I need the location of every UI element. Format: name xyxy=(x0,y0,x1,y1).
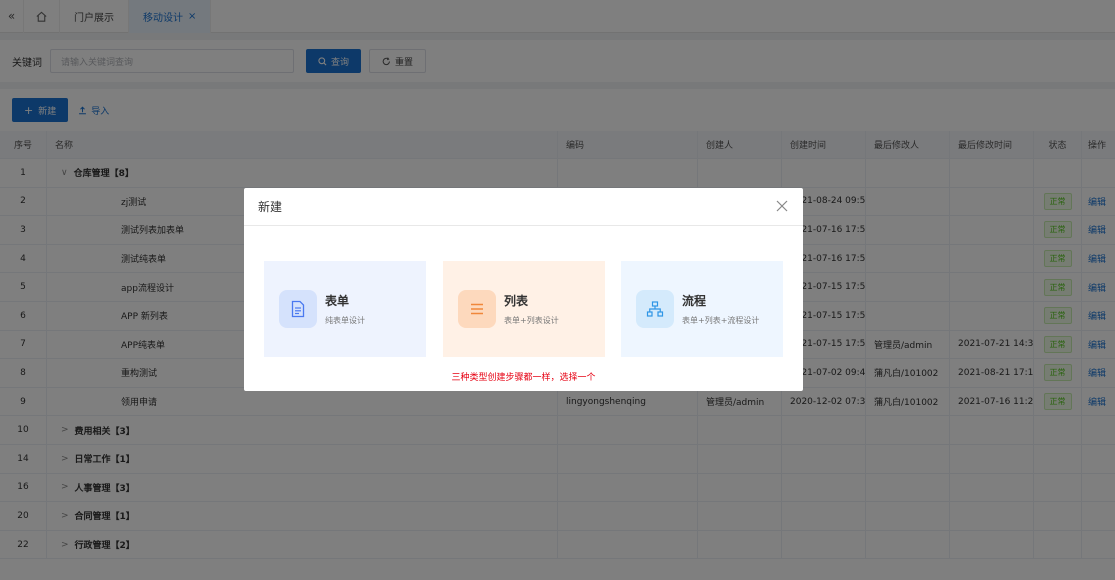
dialog-hint: 三种类型创建步骤都一样，选择一个 xyxy=(451,373,596,383)
dialog-header: 新建 xyxy=(244,188,803,226)
type-cards: 表单 纯表单设计 列表 表单+列表设计 流程 表单+列表+流程设计 xyxy=(264,261,784,357)
card-title: 表单 xyxy=(325,294,350,308)
card-flow[interactable]: 流程 表单+列表+流程设计 xyxy=(621,261,783,357)
card-subtitle: 表单+列表+流程设计 xyxy=(682,316,760,325)
card-list[interactable]: 列表 表单+列表设计 xyxy=(443,261,605,357)
form-icon xyxy=(279,290,317,328)
card-title: 流程 xyxy=(682,294,707,308)
close-icon[interactable] xyxy=(773,197,791,215)
card-title: 列表 xyxy=(504,294,529,308)
card-subtitle: 表单+列表设计 xyxy=(504,316,559,325)
list-icon xyxy=(458,290,496,328)
card-form[interactable]: 表单 纯表单设计 xyxy=(264,261,426,357)
new-dialog: 新建 表单 纯表单设计 列表 表单+列表设计 流程 表单+列表+流程设计 三种类… xyxy=(244,188,803,391)
dialog-title: 新建 xyxy=(258,200,283,214)
flow-icon xyxy=(636,290,674,328)
card-subtitle: 纯表单设计 xyxy=(325,316,365,325)
